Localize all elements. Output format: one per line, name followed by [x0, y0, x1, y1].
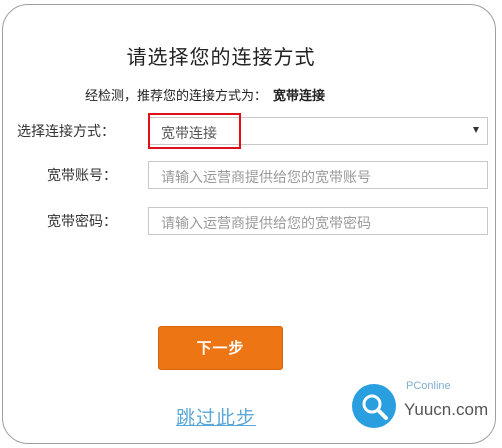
skip-step-link[interactable]: 跳过此步: [176, 403, 256, 430]
connection-setup-dialog: 请选择您的连接方式 经检测，推荐您的连接方式为： 宽带连接 选择连接方式： 宽带连…: [2, 4, 496, 444]
dialog-title: 请选择您的连接方式: [126, 45, 316, 69]
detection-prefix: 经检测，推荐您的连接方式为：: [85, 89, 268, 104]
screen: 请选择您的连接方式 经检测，推荐您的连接方式为： 宽带连接 选择连接方式： 宽带连…: [0, 0, 502, 448]
watermark-site-name: Yuucn.com: [404, 400, 489, 419]
detection-result: 宽带连接: [273, 89, 326, 104]
detection-message: 经检测，推荐您的连接方式为： 宽带连接: [85, 85, 325, 104]
watermark-brand-small: PConline: [406, 380, 451, 392]
watermark: PConline Yuucn.com: [352, 380, 498, 440]
caret-down-icon: [473, 127, 479, 133]
broadband-account-placeholder: 请输入运营商提供给您的宽带账号: [161, 170, 371, 186]
broadband-password-placeholder: 请输入运营商提供给您的宽带密码: [161, 216, 371, 232]
connection-type-label: 选择连接方式：: [17, 124, 115, 140]
broadband-account-label: 宽带账号：: [47, 168, 117, 184]
next-step-button[interactable]: 下一步: [158, 326, 283, 370]
recommended-option-highlight: [148, 113, 241, 149]
broadband-password-label: 宽带密码：: [47, 214, 117, 230]
magnifier-logo-icon: [352, 384, 396, 428]
broadband-password-input[interactable]: 请输入运营商提供给您的宽带密码: [148, 207, 488, 235]
broadband-account-input[interactable]: 请输入运营商提供给您的宽带账号: [148, 161, 488, 189]
